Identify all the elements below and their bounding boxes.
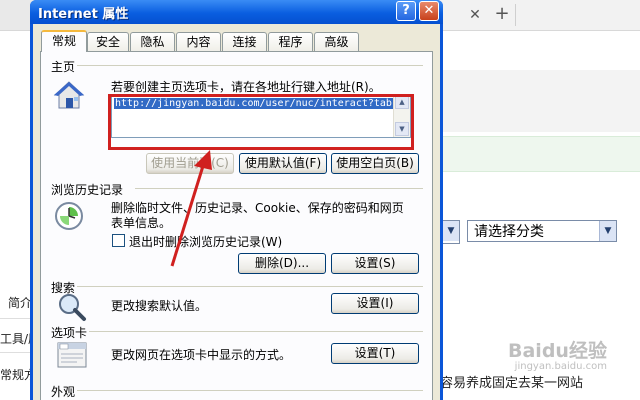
tab-general[interactable]: 常规: [41, 30, 87, 52]
annotation-arrow-shaft: [170, 165, 205, 267]
annotation-arrow-head: [194, 150, 212, 170]
annotation-arrow: [170, 150, 212, 267]
